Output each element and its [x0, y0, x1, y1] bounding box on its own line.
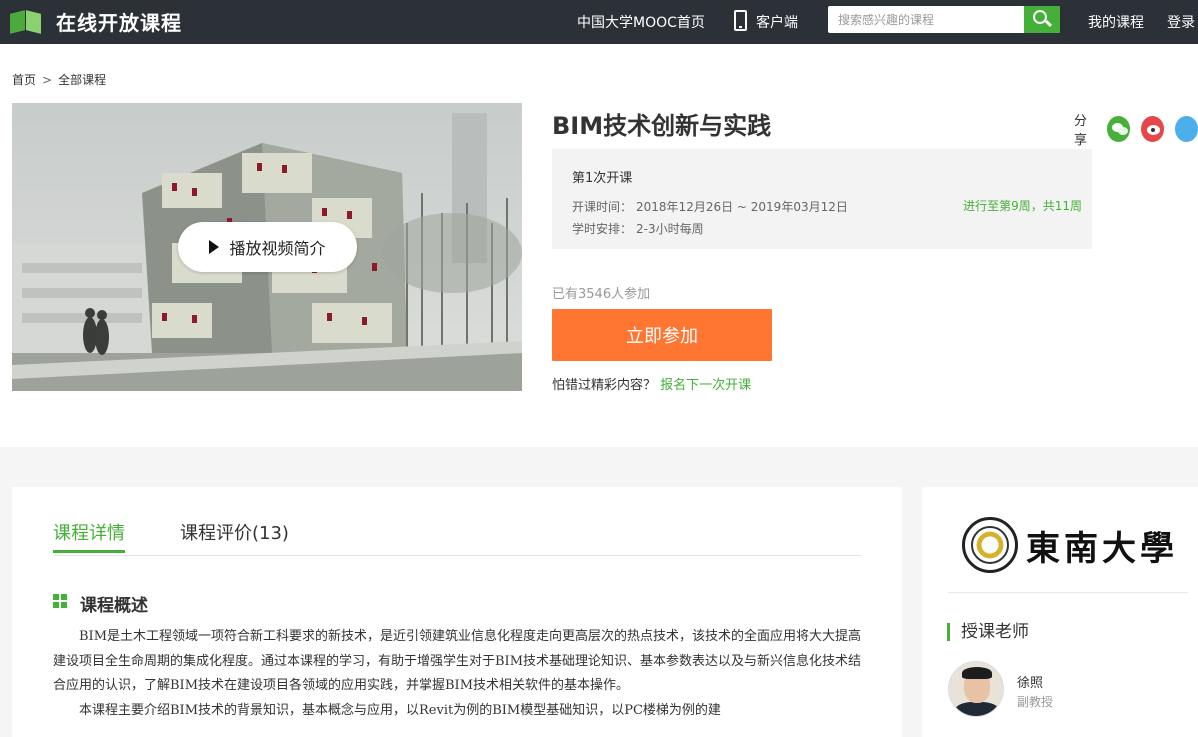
term-time-row: 开课时间： 2018年12月26日 ~ 2019年03月12日 — [572, 198, 848, 215]
section-grid-icon — [53, 594, 68, 609]
term-time-label: 开课时间： — [572, 200, 633, 214]
share-bar: 分享 — [1074, 110, 1198, 148]
nav-login-link[interactable]: 登录 — [1167, 12, 1195, 32]
nav-mooc-home-link[interactable]: 中国大学MOOC首页 — [577, 12, 705, 32]
term-info-box: 第1次开课 开课时间： 2018年12月26日 ~ 2019年03月12日 学时安… — [552, 149, 1092, 249]
weibo-share-icon[interactable] — [1141, 116, 1165, 142]
next-term-prompt-text: 怕错过精彩内容？ — [552, 378, 657, 393]
side-divider — [948, 592, 1188, 593]
teacher-heading: 授课老师 — [947, 623, 1029, 641]
teacher-avatar[interactable] — [948, 661, 1004, 717]
overview-paragraph: BIM是土木工程领域一项符合新工科要求的新技术，是近引领建筑业信息化程度走向更高… — [53, 629, 862, 693]
play-icon — [209, 240, 220, 254]
next-term-prompt: 怕错过精彩内容？ 报名下一次开课 — [552, 374, 751, 393]
course-intro-video[interactable]: 播放视频简介 — [12, 103, 522, 391]
course-hero: 首页 > 全部课程 播放视频简介 BIM技术创新与实践 分享 第1次开课 开课时… — [0, 44, 1198, 447]
term-name: 第1次开课 — [572, 171, 633, 186]
term-schedule-row: 学时安排： 2-3小时每周 — [572, 220, 704, 237]
search-box — [828, 6, 1060, 33]
term-time-value: 2018年12月26日 ~ 2019年03月12日 — [636, 200, 848, 214]
site-logo-text: 在线开放课程 — [56, 10, 182, 35]
qq-share-icon[interactable] — [1175, 116, 1198, 142]
section-title: 课程概述 — [80, 596, 148, 616]
book-logo-icon — [10, 9, 44, 34]
site-logo[interactable]: 在线开放课程 — [10, 7, 182, 35]
course-overview-text: BIM是土木工程领域一项符合新工科要求的新技术，是近引领建筑业信息化程度走向更高… — [53, 625, 861, 723]
breadcrumb-all-courses-link[interactable]: 全部课程 — [58, 73, 106, 87]
course-detail-card: 课程详情 课程评价(13) 课程概述 BIM是土木工程领域一项符合新工科要求的新… — [12, 487, 902, 737]
teacher-title: 副教授 — [1017, 695, 1054, 709]
mobile-phone-icon[interactable] — [734, 10, 747, 31]
enrolled-count: 已有3546人参加 — [552, 287, 651, 302]
play-video-button[interactable]: 播放视频简介 — [178, 222, 357, 272]
university-seal-icon — [962, 517, 1018, 573]
enroll-next-term-link[interactable]: 报名下一次开课 — [660, 378, 751, 393]
tab-divider — [53, 555, 862, 556]
nav-my-courses-link[interactable]: 我的课程 — [1088, 12, 1144, 32]
top-nav-bar: 在线开放课程 中国大学MOOC首页 客户端 我的课程 登录 — [0, 0, 1198, 44]
breadcrumb-home-link[interactable]: 首页 — [12, 73, 36, 87]
tab-course-reviews[interactable]: 课程评价(13) — [180, 519, 289, 545]
join-course-button[interactable]: 立即参加 — [552, 309, 772, 361]
term-schedule-value: 2-3小时每周 — [636, 222, 704, 236]
breadcrumb-separator: > — [42, 73, 53, 87]
search-input[interactable] — [828, 6, 1024, 33]
teacher-name[interactable]: 徐照 — [1017, 672, 1043, 691]
share-label: 分享 — [1074, 114, 1088, 148]
overview-paragraph: 本课程主要介绍BIM技术的背景知识，基本概念与应用，以Revit为例的BIM模型… — [79, 702, 721, 718]
search-button[interactable] — [1024, 6, 1060, 33]
university-name: 東南大學 — [1026, 528, 1178, 569]
term-progress-text: 进行至第9周，共11周 — [963, 199, 1082, 213]
nav-client-link[interactable]: 客户端 — [756, 12, 798, 32]
tab-course-details[interactable]: 课程详情 — [53, 519, 125, 545]
active-tab-indicator — [53, 550, 125, 553]
play-video-label: 播放视频简介 — [229, 239, 326, 258]
wechat-share-icon[interactable] — [1107, 116, 1131, 142]
term-schedule-label: 学时安排： — [572, 222, 633, 236]
course-title: BIM技术创新与实践 — [552, 112, 772, 140]
university-logo[interactable]: 東南大學 — [962, 513, 1192, 577]
breadcrumb: 首页 > 全部课程 — [12, 71, 106, 88]
school-teacher-card: 東南大學 授课老师 徐照 副教授 — [922, 487, 1198, 737]
